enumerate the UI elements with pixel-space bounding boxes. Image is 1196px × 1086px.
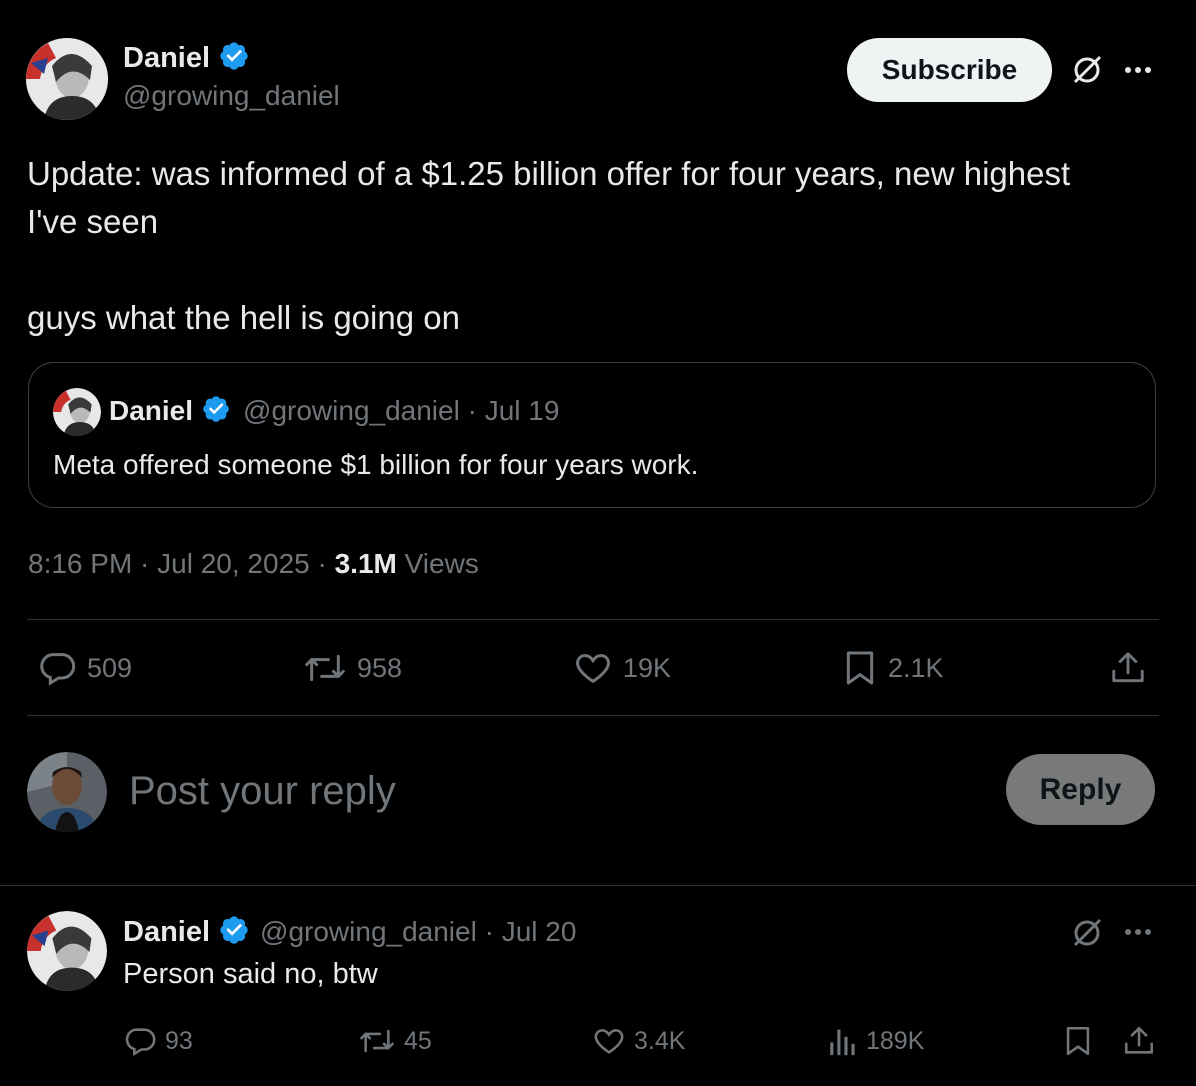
quoted-author-avatar bbox=[53, 388, 101, 436]
subscribe-button[interactable]: Subscribe bbox=[847, 38, 1052, 102]
views-count: 3.1M bbox=[334, 548, 397, 579]
tweet-meta: 8:16 PM · Jul 20, 2025 · 3.1M Views bbox=[28, 548, 479, 580]
repost-count: 45 bbox=[404, 1026, 432, 1055]
reply-button[interactable]: Reply bbox=[1006, 754, 1155, 825]
current-user-avatar[interactable] bbox=[27, 752, 107, 832]
quoted-tweet-card[interactable]: Daniel @growing_daniel · Jul 19 Meta off… bbox=[28, 362, 1156, 508]
reply-icon bbox=[125, 1028, 156, 1057]
heart-icon bbox=[576, 653, 610, 684]
tweet-text-line: I've seen bbox=[27, 203, 159, 240]
repost-icon bbox=[305, 654, 345, 682]
reply-count: 93 bbox=[165, 1026, 193, 1055]
reply-input[interactable] bbox=[127, 764, 931, 818]
reply-handle-date[interactable]: @growing_daniel · Jul 20 bbox=[260, 916, 576, 948]
quoted-author-name: Daniel bbox=[109, 395, 194, 426]
repost-count: 958 bbox=[357, 652, 403, 683]
author-avatar[interactable] bbox=[26, 38, 108, 120]
share-icon[interactable] bbox=[1122, 1024, 1156, 1058]
reply-tweet-text: Person said no, btw bbox=[123, 958, 378, 990]
reply-action[interactable]: 93 bbox=[123, 1023, 193, 1059]
reply-count: 509 bbox=[87, 652, 133, 683]
quoted-handle-date: @growing_daniel · Jul 19 bbox=[243, 395, 560, 426]
grok-icon[interactable] bbox=[1070, 916, 1104, 950]
repost-action[interactable]: 45 bbox=[358, 1023, 432, 1059]
views-label: Views bbox=[404, 548, 479, 579]
views-count: 189K bbox=[866, 1026, 925, 1055]
bookmark-count: 2.1K bbox=[888, 652, 944, 683]
analytics-icon bbox=[830, 1029, 855, 1056]
heart-icon bbox=[594, 1029, 624, 1054]
more-options-icon[interactable] bbox=[1124, 928, 1156, 936]
reply-icon bbox=[40, 653, 76, 686]
bookmark-action[interactable]: 2.1K bbox=[842, 648, 944, 688]
bookmark-icon[interactable] bbox=[1062, 1024, 1094, 1058]
reply-action[interactable]: 509 bbox=[37, 648, 132, 688]
author-name[interactable]: Daniel bbox=[123, 42, 210, 75]
repost-action[interactable]: 958 bbox=[303, 648, 402, 688]
grok-icon[interactable] bbox=[1070, 53, 1104, 87]
views-action[interactable]: 189K bbox=[828, 1023, 924, 1059]
tweet-timestamp[interactable]: 8:16 PM · Jul 20, 2025 · bbox=[28, 548, 335, 579]
quoted-tweet-text: Meta offered someone $1 billion for four… bbox=[53, 449, 699, 480]
author-handle[interactable]: @growing_daniel bbox=[123, 80, 340, 112]
verified-badge-icon bbox=[218, 914, 250, 951]
like-action[interactable]: 3.4K bbox=[592, 1023, 685, 1059]
tweet-text-line: Update: was informed of a $1.25 billion … bbox=[27, 155, 1071, 192]
divider bbox=[0, 885, 1196, 886]
more-options-icon[interactable] bbox=[1124, 66, 1156, 74]
tweet-text: Update: was informed of a $1.25 billion … bbox=[27, 150, 1167, 342]
divider bbox=[27, 715, 1159, 716]
bookmark-icon bbox=[846, 651, 874, 685]
verified-badge-icon bbox=[201, 394, 231, 429]
like-count: 3.4K bbox=[634, 1026, 686, 1055]
share-icon[interactable] bbox=[1109, 648, 1147, 688]
reply-author-avatar[interactable] bbox=[27, 911, 107, 991]
divider bbox=[27, 619, 1159, 620]
like-action[interactable]: 19K bbox=[573, 648, 671, 688]
like-count: 19K bbox=[623, 652, 672, 683]
tweet-text-line: guys what the hell is going on bbox=[27, 299, 460, 336]
verified-badge-icon bbox=[218, 40, 250, 77]
repost-icon bbox=[360, 1029, 394, 1053]
reply-author-name[interactable]: Daniel bbox=[123, 916, 210, 949]
